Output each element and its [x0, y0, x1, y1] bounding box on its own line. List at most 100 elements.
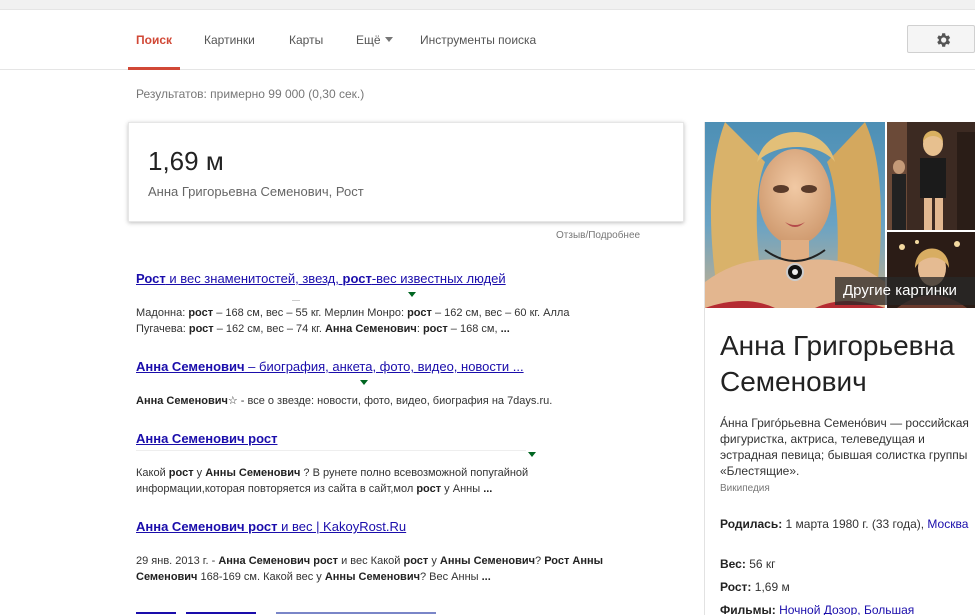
highlighted-term: рост — [342, 271, 372, 286]
fact-label: Фильмы: — [720, 603, 776, 615]
chevron-down-icon — [384, 37, 393, 42]
answer-subtitle: Анна Григорьевна Семенович, Рост — [148, 184, 364, 199]
settings-button[interactable] — [907, 25, 975, 53]
search-nav-bar: Поиск Картинки Карты Ещё Инструменты пои… — [0, 10, 975, 70]
text-run: – 168 см, — [447, 323, 501, 335]
browser-top-edge — [0, 0, 975, 10]
tab-search[interactable]: Поиск — [136, 33, 172, 47]
snippet-line: Пугачева: рост – 162 см, вес – 74 кг. Ан… — [136, 321, 626, 337]
result-title-link[interactable]: Анна Семенович рост — [136, 431, 636, 446]
text-run: – биография, анкета, фото, видео, новост… — [244, 359, 524, 374]
fact-value: 1,69 м — [751, 580, 790, 594]
result-menu-arrow-icon[interactable] — [528, 452, 536, 457]
snippet-line: Какой рост у Анны Семенович ? В рунете п… — [136, 465, 626, 481]
result-menu-arrow-icon[interactable] — [360, 380, 368, 385]
text-run: ? В рунете полно всевозможной попугайной — [300, 467, 529, 479]
highlighted-term: рост — [168, 467, 194, 479]
result-url-placeholder — [136, 450, 526, 451]
highlighted-term: Анны Семенович — [324, 571, 420, 583]
next-result-cutoff — [136, 607, 486, 615]
active-tab-indicator — [128, 67, 180, 70]
text-run: 29 янв. 2013 г. - — [136, 555, 219, 567]
highlighted-term: рост — [188, 307, 214, 319]
tab-images[interactable]: Картинки — [204, 33, 255, 47]
highlighted-term: рост — [422, 323, 448, 335]
text-run: и вес знаменитостей, звезд, — [165, 271, 343, 286]
entity-title: Анна Григорьевна Семенович — [720, 330, 955, 397]
feedback-link[interactable]: Отзыв/Подробнее — [556, 230, 640, 241]
highlighted-term: Анны Семенович — [439, 555, 536, 567]
highlighted-term: Анна Семенович☆ — [136, 395, 238, 407]
highlighted-term: рост — [416, 483, 442, 495]
text-run: и вес | KakoyRost.Ru — [277, 519, 407, 534]
highlighted-term: Анна Семенович рост — [136, 431, 278, 446]
highlighted-term: рост — [403, 555, 429, 567]
fact-value: 1 марта 1980 г. (33 года), — [782, 517, 928, 531]
text-run: информации,которая повторяется из сайта … — [136, 483, 417, 495]
search-result: Анна Семенович – биография, анкета, фото… — [136, 359, 636, 407]
gear-icon — [937, 33, 951, 47]
tab-maps[interactable]: Карты — [289, 33, 323, 47]
fact-weight: Вес: 56 кг — [720, 556, 975, 572]
search-result: Анна Семенович рост Какой рост у Анны Се… — [136, 431, 636, 495]
highlighted-term: Рост — [136, 271, 166, 286]
highlighted-term: рост — [407, 307, 432, 319]
result-snippet: Мадонна: рост – 168 см, вес – 55 кг. Мер… — [136, 305, 626, 337]
text-run: у — [428, 555, 440, 567]
highlighted-term: Анна Семенович — [136, 359, 245, 374]
tab-more[interactable]: Ещё — [356, 33, 393, 47]
result-url-placeholder — [292, 300, 300, 301]
entity-description: А́нна Григо́рьевна Семено́вич — российск… — [720, 416, 969, 478]
highlighted-term: ... — [483, 483, 493, 495]
text-run: 168-169 см. Какой вес у — [197, 571, 325, 583]
result-snippet: Анна Семенович☆ - все о звезде: новости,… — [136, 393, 626, 409]
highlighted-term: ... — [481, 571, 491, 583]
highlighted-term: ... — [500, 323, 510, 335]
text-run: Пугачева: — [136, 323, 189, 335]
fact-link[interactable]: Москва — [927, 517, 968, 531]
result-stats: Результатов: примерно 99 000 (0,30 сек.) — [136, 87, 365, 101]
more-images-link[interactable]: Другие картинки — [835, 277, 975, 305]
fact-label: Рост: — [720, 580, 752, 594]
text-run: Какой — [136, 467, 169, 479]
text-run: - все о звезде: новости, фото, видео, би… — [237, 395, 553, 407]
text-run: и вес Какой — [338, 555, 404, 567]
knowledge-panel: Другие картинки Анна Григорьевна Семенов… — [704, 122, 975, 615]
wikipedia-source-link[interactable]: Википедия — [720, 483, 770, 494]
person-photo-thumb[interactable] — [887, 122, 975, 230]
result-title-link[interactable]: Анна Семенович – биография, анкета, фото… — [136, 359, 636, 374]
tab-more-label: Ещё — [356, 33, 381, 47]
text-run: Мадонна: — [136, 307, 189, 319]
tab-search-tools[interactable]: Инструменты поиска — [420, 33, 536, 47]
highlighted-term: Анна Семенович рост — [136, 519, 278, 534]
text-run: -вес известных людей — [371, 271, 506, 286]
highlighted-term: рост — [188, 323, 214, 335]
text-run: – 162 см, вес – 60 кг. Алла — [431, 307, 570, 319]
text-run: – 162 см, вес – 74 кг. — [213, 323, 325, 335]
fact-height: Рост: 1,69 м — [720, 579, 975, 595]
highlighted-term: Анна Семенович рост — [218, 555, 339, 567]
answer-value: 1,69 м — [148, 146, 224, 176]
result-menu-arrow-icon[interactable] — [408, 292, 416, 297]
fact-label: Родилась: — [720, 517, 783, 531]
answer-card: 1,69 м Анна Григорьевна Семенович, Рост — [128, 122, 684, 222]
fact-label: Вес: — [720, 557, 746, 571]
snippet-line: Мадонна: рост – 168 см, вес – 55 кг. Мер… — [136, 305, 626, 321]
fact-birth: Родилась: 1 марта 1980 г. (33 года), Мос… — [720, 516, 975, 532]
result-title-link[interactable]: Рост и вес знаменитостей, звезд, рост-ве… — [136, 271, 636, 286]
highlighted-term: Рост Анны — [544, 555, 604, 567]
result-title-link[interactable]: Анна Семенович рост и вес | KakoyRost.Ru — [136, 519, 636, 534]
fact-value: 56 кг — [745, 557, 776, 571]
next-result-title-fragment — [136, 612, 486, 614]
text-run: у Анны — [441, 483, 484, 495]
highlighted-term: Анны Семенович — [205, 467, 301, 479]
highlighted-term: Семенович — [136, 571, 198, 583]
snippet-line: Анна Семенович☆ - все о звезде: новости,… — [136, 393, 626, 409]
result-snippet: 29 янв. 2013 г. - Анна Семенович рост и … — [136, 553, 626, 585]
snippet-line: Семенович 168-169 см. Какой вес у Анны С… — [136, 569, 626, 585]
text-run: ? Вес Анны — [419, 571, 482, 583]
fact-link[interactable]: Ночной Дозор, Большая — [779, 603, 914, 615]
text-run: у — [193, 467, 206, 479]
text-run: – 168 см, вес – 55 кг. Мерлин Монро: — [213, 307, 408, 319]
fact-films: Фильмы: Ночной Дозор, Большая — [720, 602, 975, 615]
